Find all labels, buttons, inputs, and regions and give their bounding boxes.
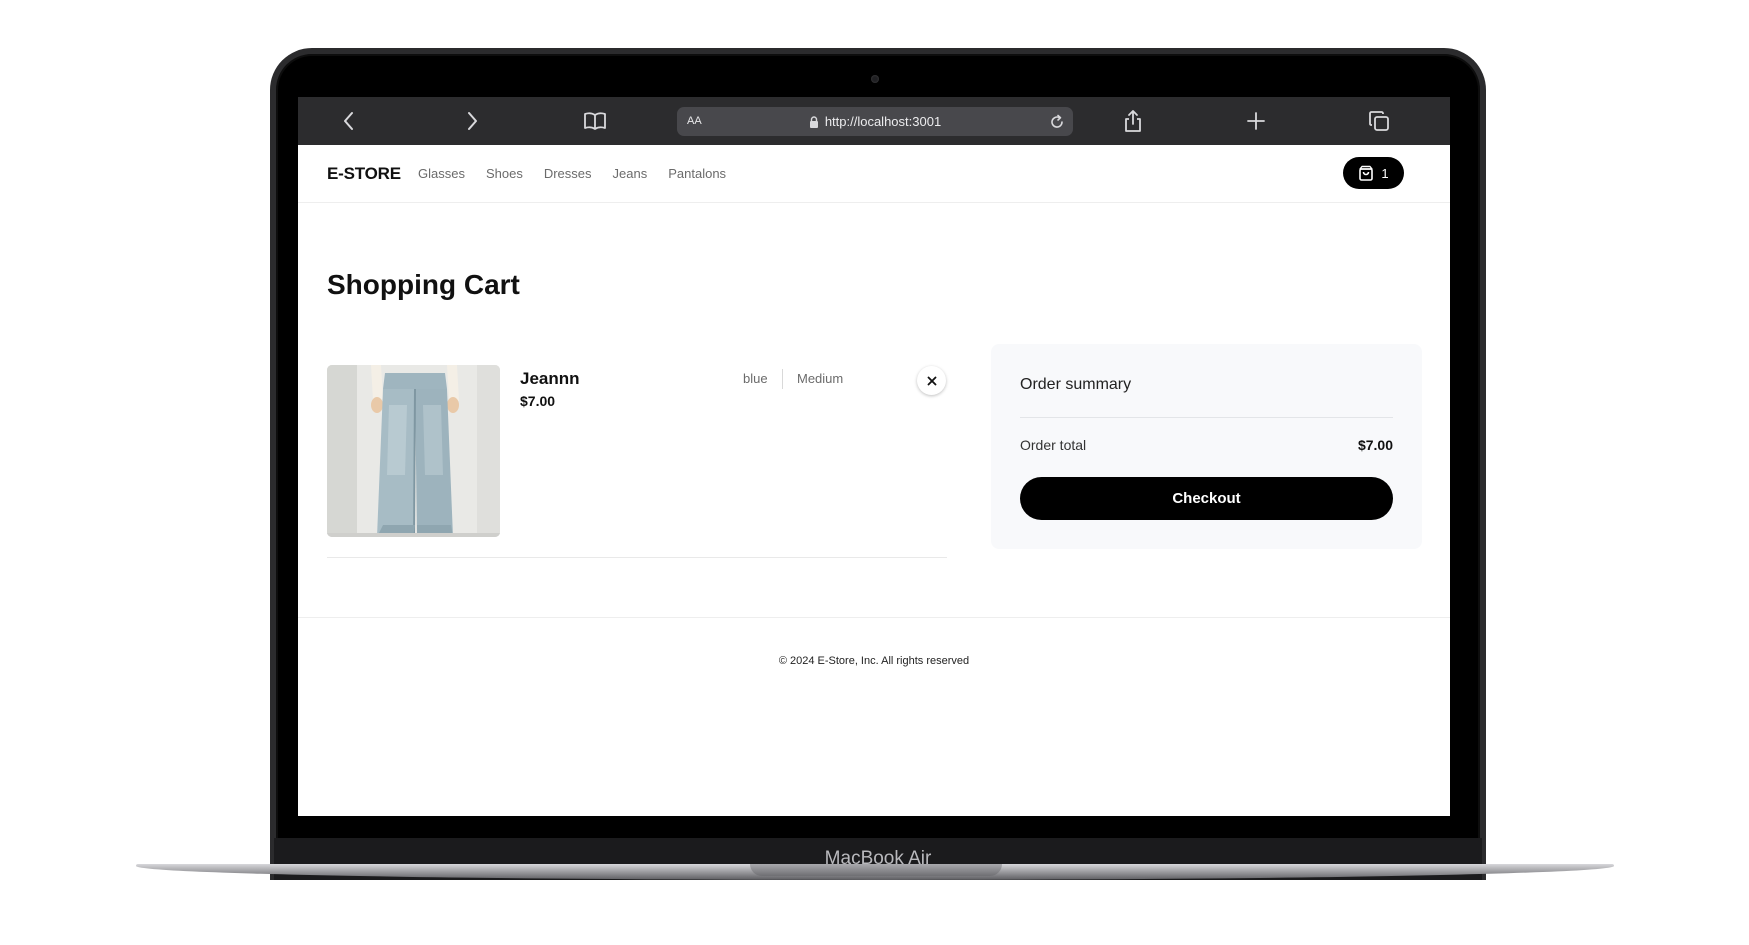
store-logo[interactable]: E-STORE bbox=[327, 164, 401, 184]
summary-divider bbox=[1020, 417, 1393, 418]
item-price: $7.00 bbox=[520, 393, 556, 409]
browser-toolbar: AA http://localhost:3001 bbox=[298, 97, 1450, 145]
attribute-divider bbox=[782, 369, 783, 389]
order-total-label: Order total bbox=[1020, 437, 1087, 453]
url-text: http://localhost:3001 bbox=[824, 114, 942, 129]
page-title: Shopping Cart bbox=[327, 269, 520, 300]
summary-title: Order summary bbox=[1020, 376, 1132, 393]
reload-icon bbox=[1051, 114, 1063, 128]
item-name[interactable]: Jeannn bbox=[520, 369, 580, 389]
item-size: Medium bbox=[797, 371, 844, 386]
bookmarks-button[interactable] bbox=[580, 106, 610, 136]
share-button[interactable] bbox=[1118, 106, 1148, 136]
nav-link-glasses[interactable]: Glasses bbox=[418, 166, 465, 181]
site-header: E-STORE Glasses Shoes Dresses Jeans Pant… bbox=[298, 145, 1450, 203]
new-tab-button[interactable] bbox=[1241, 106, 1271, 136]
share-icon bbox=[1125, 110, 1141, 132]
cart-button[interactable]: 1 bbox=[1343, 157, 1404, 189]
tabs-button[interactable] bbox=[1364, 106, 1394, 136]
forward-icon bbox=[468, 112, 477, 130]
new-tab-icon bbox=[1247, 112, 1265, 130]
order-summary: Order summary Order total $7.00 Checkout bbox=[991, 344, 1422, 549]
site-footer: © 2024 E-Store, Inc. All rights reserved bbox=[298, 617, 1450, 816]
checkout-button[interactable]: Checkout bbox=[1020, 477, 1393, 520]
nav-link-shoes[interactable]: Shoes bbox=[486, 166, 523, 181]
lock-icon bbox=[809, 115, 818, 128]
nav-link-dresses[interactable]: Dresses bbox=[544, 166, 592, 181]
laptop-hinge-notch bbox=[750, 864, 1002, 876]
product-image[interactable] bbox=[327, 365, 500, 537]
shopping-bag-icon bbox=[1359, 165, 1374, 181]
remove-item-button[interactable] bbox=[917, 366, 946, 395]
nav-link-jeans[interactable]: Jeans bbox=[613, 166, 648, 181]
main-nav: Glasses Shoes Dresses Jeans Pantalons bbox=[418, 166, 726, 181]
nav-link-pantalons[interactable]: Pantalons bbox=[668, 166, 726, 181]
screen: AA http://localhost:3001 E-STORE Glasses… bbox=[298, 97, 1450, 816]
item-color: blue bbox=[743, 371, 768, 386]
back-icon bbox=[344, 112, 353, 130]
cart-item: Jeannn $7.00 blue Medium bbox=[327, 365, 947, 558]
jeans-product-photo bbox=[327, 365, 500, 537]
cart-count: 1 bbox=[1381, 165, 1389, 181]
forward-button[interactable] bbox=[457, 106, 487, 136]
address-bar[interactable]: AA http://localhost:3001 bbox=[677, 107, 1073, 136]
camera bbox=[871, 75, 879, 83]
copyright-text: © 2024 E-Store, Inc. All rights reserved bbox=[778, 655, 970, 667]
reload-button[interactable] bbox=[1047, 112, 1067, 132]
back-button[interactable] bbox=[334, 106, 364, 136]
close-icon bbox=[927, 376, 936, 385]
bookmarks-icon bbox=[584, 112, 606, 130]
url-wrap: http://localhost:3001 bbox=[677, 107, 1073, 136]
tabs-icon bbox=[1369, 111, 1389, 131]
order-total-value: $7.00 bbox=[1357, 437, 1393, 453]
